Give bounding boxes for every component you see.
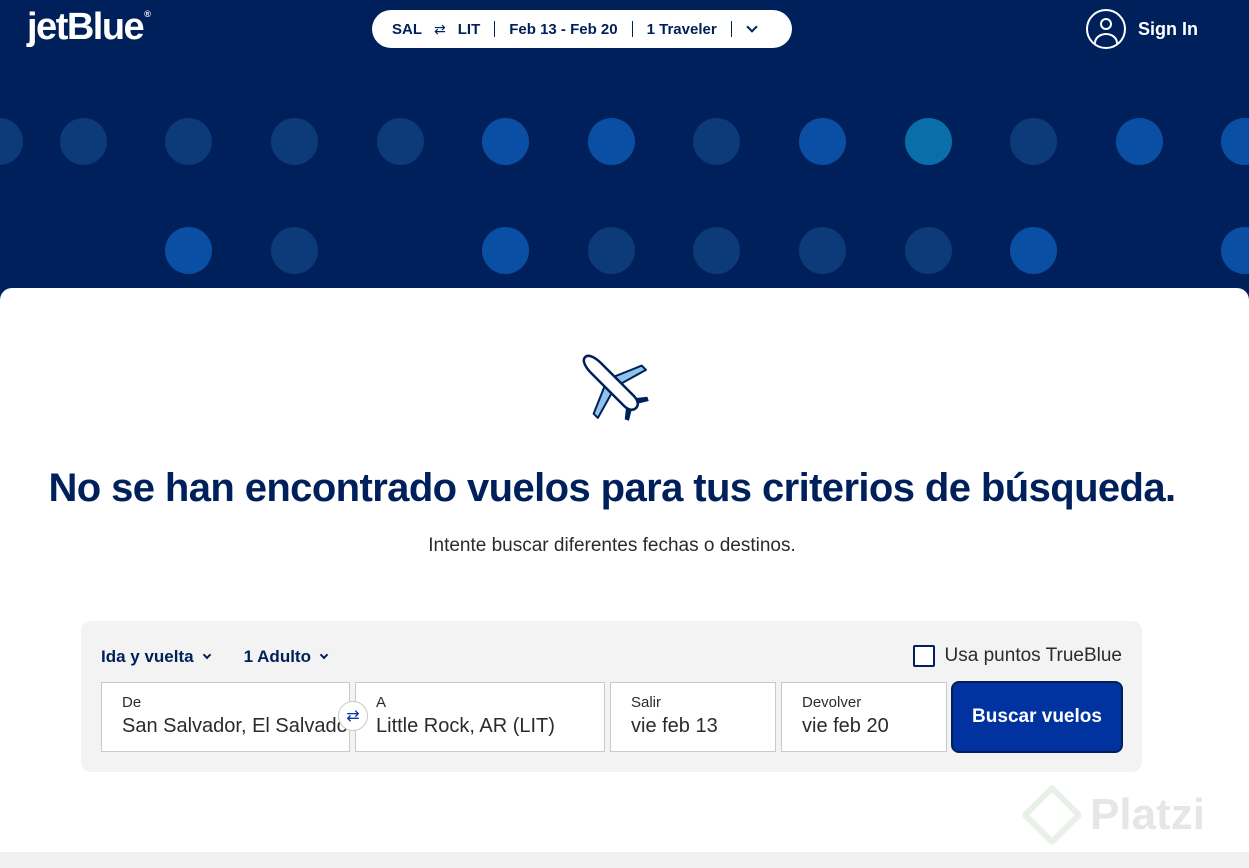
chevron-down-icon[interactable] (746, 20, 758, 33)
airplane-icon (582, 354, 649, 421)
decorative-dot (1221, 118, 1249, 165)
traveler-count: 1 Traveler (646, 20, 717, 38)
from-field[interactable]: De San Salvador, El Salvador (101, 682, 350, 752)
decorative-dot (588, 118, 635, 165)
decorative-dot (905, 118, 952, 165)
decorative-dot (60, 118, 107, 165)
trip-summary-pill[interactable]: SAL ⇄ LIT Feb 13 - Feb 20 1 Traveler (372, 10, 792, 48)
return-value: vie feb 20 (802, 715, 889, 737)
logo-text: jetBlue (27, 6, 145, 48)
header-hero: jetBlue® SAL ⇄ LIT Feb 13 - Feb 20 1 Tra… (0, 0, 1249, 300)
decorative-dot (1010, 227, 1057, 274)
depart-label: Salir (631, 694, 662, 711)
to-field[interactable]: A Little Rock, AR (LIT) (355, 682, 605, 752)
decorative-dot (799, 227, 846, 274)
divider (494, 21, 496, 37)
depart-value: vie feb 13 (631, 715, 718, 737)
decorative-dot (165, 118, 212, 165)
platzi-watermark: Platzi (1020, 783, 1205, 847)
passengers-label: 1 Adulto (243, 647, 311, 666)
search-options: Ida y vuelta 1 Adulto (101, 647, 361, 667)
logo-trademark: ® (144, 9, 151, 19)
decorative-dot (377, 118, 424, 165)
from-label: De (122, 694, 142, 711)
decorative-dot (1010, 118, 1057, 165)
decorative-dot (905, 227, 952, 274)
sign-in-button[interactable]: Sign In (1086, 9, 1198, 49)
user-icon (1086, 9, 1126, 49)
trip-type-label: Ida y vuelta (101, 647, 194, 666)
origin-code: SAL (392, 20, 422, 38)
swap-icon: ⇄ (434, 20, 446, 37)
passengers-dropdown[interactable]: 1 Adulto (243, 647, 329, 667)
divider (730, 21, 732, 37)
jetblue-logo[interactable]: jetBlue® (27, 6, 151, 49)
decorative-dot (693, 227, 740, 274)
return-label: Devolver (802, 694, 862, 711)
no-results-title: No se han encontrado vuelos para tus cri… (48, 466, 1176, 510)
swap-icon: ⇄ (346, 708, 360, 725)
decorative-dot (1116, 118, 1163, 165)
decorative-dot (799, 118, 846, 165)
search-flights-button[interactable]: Buscar vuelos (951, 681, 1123, 753)
from-value: San Salvador, El Salvador (122, 715, 350, 737)
decorative-dot (693, 118, 740, 165)
page-bottom-bar (0, 852, 1249, 868)
checkbox-icon[interactable] (912, 645, 935, 667)
chevron-down-icon (319, 650, 329, 660)
decorative-dot (0, 118, 23, 165)
use-trueblue-points-toggle[interactable]: Usa puntos TrueBlue (912, 645, 1122, 667)
decorative-dot (271, 118, 318, 165)
to-value: Little Rock, AR (LIT) (376, 715, 555, 737)
decorative-dot (482, 118, 529, 165)
watermark-text: Platzi (1090, 790, 1205, 839)
decorative-dot (482, 227, 529, 274)
flight-search-form: Ida y vuelta 1 Adulto Usa puntos TrueBlu… (81, 621, 1142, 772)
sign-in-label: Sign In (1138, 18, 1198, 39)
decorative-dot (271, 227, 318, 274)
swap-airports-button[interactable]: ⇄ (338, 701, 368, 731)
use-points-label: Usa puntos TrueBlue (944, 645, 1122, 666)
divider (631, 21, 633, 37)
decorative-dot (1221, 227, 1249, 274)
return-date-field[interactable]: Devolver vie feb 20 (781, 682, 947, 752)
trip-dates: Feb 13 - Feb 20 (509, 20, 618, 38)
trip-type-dropdown[interactable]: Ida y vuelta (101, 647, 211, 667)
destination-code: LIT (457, 20, 481, 38)
no-results-subtitle: Intente buscar diferentes fechas o desti… (428, 535, 796, 556)
depart-date-field[interactable]: Salir vie feb 13 (610, 682, 776, 752)
chevron-down-icon (202, 650, 211, 660)
decorative-dot (165, 227, 212, 274)
decorative-dot (588, 227, 635, 274)
platzi-logo-icon (1020, 783, 1084, 847)
to-label: A (376, 694, 387, 711)
